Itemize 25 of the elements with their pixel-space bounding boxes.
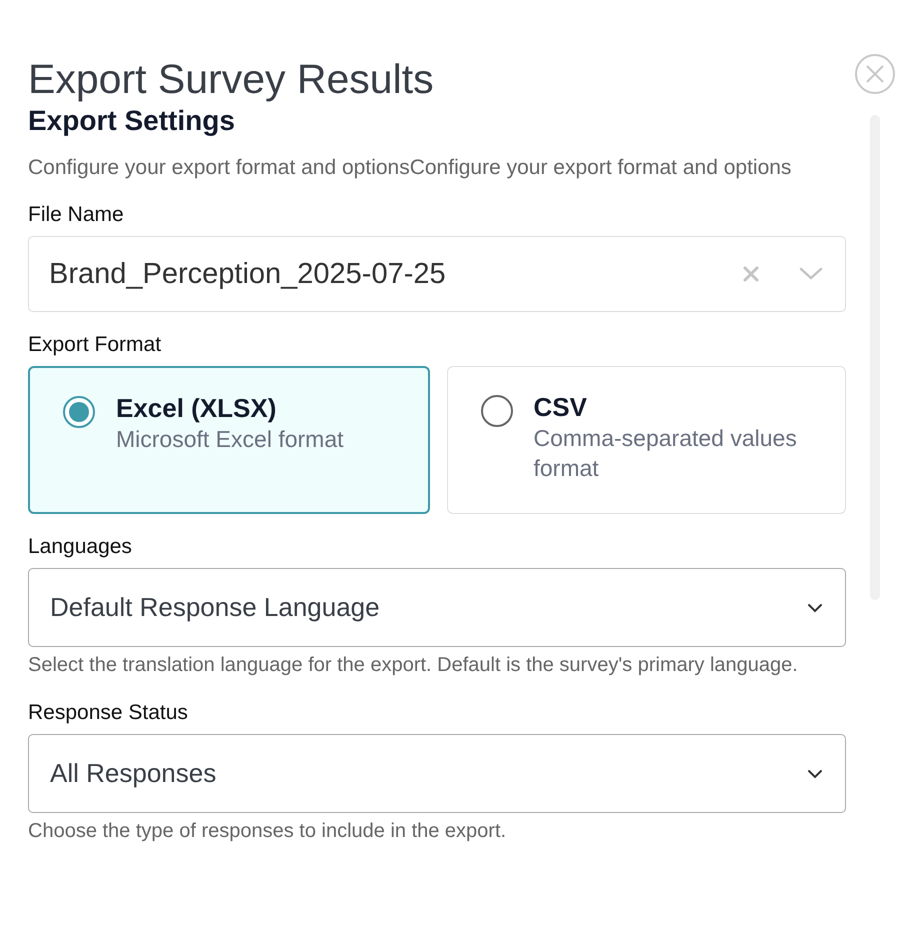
radio-button[interactable] — [62, 395, 96, 429]
clear-icon[interactable] — [741, 264, 761, 284]
field-label: File Name — [28, 202, 125, 228]
radio-button[interactable] — [480, 394, 514, 428]
format-option-card[interactable]: CSV Comma-separated values format — [446, 366, 846, 514]
option-description: Comma-separated values format — [534, 424, 798, 483]
language-select[interactable]: Default Response Language — [28, 568, 846, 647]
field-label: Export Format — [28, 332, 162, 358]
option-title: Excel (XLSX) — [116, 392, 278, 424]
response-status-select[interactable]: All Responses — [28, 734, 846, 813]
chevron-down-icon[interactable] — [799, 267, 823, 281]
help-text: Choose the type of responses to include in the export. — [28, 819, 508, 844]
field-label: Languages — [28, 534, 133, 560]
section-title: Export Settings — [28, 104, 236, 138]
option-description: Microsoft Excel format — [116, 425, 344, 454]
help-text: Select the translation language for the export. Default is the survey's primary language. — [28, 653, 799, 678]
chevron-down-icon — [807, 602, 823, 612]
format-option-card[interactable]: Excel (XLSX) Microsoft Excel format — [28, 366, 430, 514]
dialog-title: Export Survey Results — [28, 55, 435, 103]
section-description: Configure your export format and optionsConfigure your export format and options — [28, 155, 792, 181]
field-label: Response Status — [28, 700, 189, 726]
chevron-down-icon — [807, 768, 823, 778]
close-icon[interactable] — [854, 53, 896, 95]
option-title: CSV — [534, 391, 588, 423]
file-name-field[interactable]: Brand_Perception_2025-07-25 — [28, 236, 846, 312]
